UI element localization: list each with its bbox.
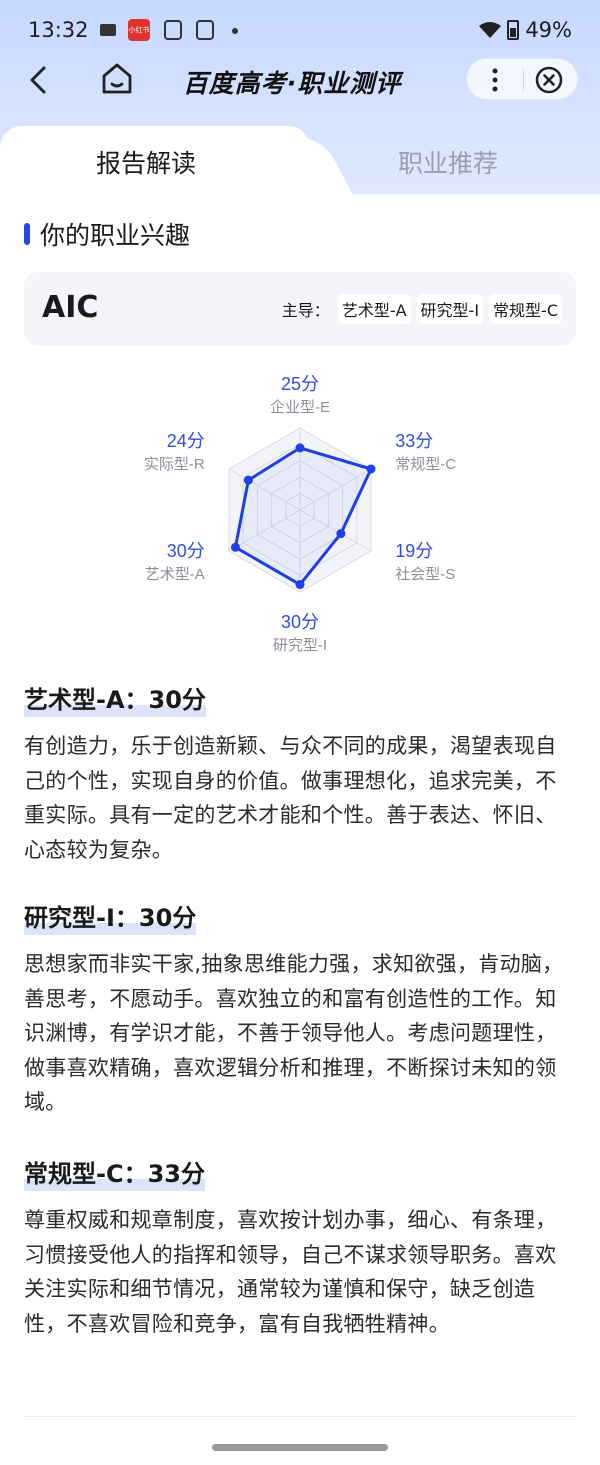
trait-conventional: 常规型-C：33分 尊重权威和规章制度，喜欢按计划办事，细心、有条理，习惯接受他… [24, 1154, 576, 1341]
interest-radar-chart: 25分企业型-E33分常规型-C19分社会型-S30分研究型-I30分艺术型-A… [144, 374, 456, 654]
battery-icon [507, 20, 520, 40]
battery-percent: 49% [525, 18, 572, 42]
status-time: 13:32 [28, 18, 89, 42]
radar-category-label: 常规型-C [395, 456, 456, 473]
leading-type-chip: 常规型-C [489, 294, 562, 324]
status-bar: 13:32 小红书 49% [0, 0, 600, 60]
trait-title: 研究型-I：30分 [24, 898, 197, 935]
trait-title: 艺术型-A：30分 [24, 680, 206, 717]
trait-investigative: 研究型-I：30分 思想家而非实干家,抽象思维能力强，求知欲强，肯动脑，善思考，… [24, 898, 576, 1120]
close-icon[interactable] [533, 64, 565, 96]
radar-category-label: 实际型-R [144, 456, 205, 473]
leading-types: 主导： 艺术型-A 研究型-I 常规型-C [280, 294, 562, 324]
radar-score-label: 25分 [281, 374, 319, 394]
more-notifications-icon [232, 28, 238, 34]
section-accent-bar [24, 223, 30, 245]
capsule-divider [523, 69, 524, 91]
interest-code-card: AIC 主导： 艺术型-A 研究型-I 常规型-C [24, 272, 576, 346]
radar-score-label: 33分 [395, 431, 433, 451]
interest-code: AIC [42, 290, 99, 325]
trait-description: 思想家而非实干家,抽象思维能力强，求知欲强，肯动脑，善思考，不愿动手。喜欢独立的… [24, 952, 564, 1114]
tab-report-reading[interactable]: 报告解读 [96, 144, 196, 180]
help-notification-icon [196, 20, 214, 40]
section-header: 你的职业兴趣 [24, 216, 190, 252]
radar-category-label: 社会型-S [395, 566, 455, 583]
radar-data-point [366, 464, 376, 474]
radar-category-label: 研究型-I [273, 637, 327, 654]
radar-score-label: 30分 [167, 541, 205, 561]
bottom-divider [24, 1416, 576, 1417]
mini-program-capsule [466, 58, 578, 100]
mail-icon [100, 24, 116, 36]
app-notification-icon [164, 20, 182, 40]
trait-description: 尊重权威和规章制度，喜欢按计划办事，细心、有条理，习惯接受他人的指挥和领导，自己… [24, 1208, 557, 1336]
leading-type-chip: 艺术型-A [337, 294, 411, 324]
tab-career-recommendation[interactable]: 职业推荐 [398, 144, 498, 180]
radar-score-label: 19分 [395, 541, 433, 561]
radar-data-point [336, 529, 346, 539]
radar-category-label: 艺术型-A [145, 566, 205, 583]
radar-data-point [243, 475, 253, 485]
radar-score-label: 24分 [167, 431, 205, 451]
xiaohongshu-icon: 小红书 [128, 19, 150, 41]
report-content: 你的职业兴趣 AIC 主导： 艺术型-A 研究型-I 常规型-C 25分企业型-… [0, 194, 600, 1465]
radar-data-point [295, 443, 305, 453]
radar-score-label: 30分 [281, 612, 319, 632]
leading-label: 主导： [281, 301, 330, 320]
trait-artistic: 艺术型-A：30分 有创造力，乐于创造新颖、与众不同的成果，渴望表现自己的个性，… [24, 680, 576, 867]
leading-type-chip: 研究型-I [416, 294, 484, 324]
home-indicator[interactable] [212, 1444, 388, 1451]
more-icon[interactable] [485, 65, 505, 95]
status-right: 49% [479, 18, 572, 42]
trait-description: 有创造力，乐于创造新颖、与众不同的成果，渴望表现自己的个性，实现自身的价值。做事… [24, 734, 557, 862]
radar-data-point [230, 542, 240, 552]
wifi-icon [479, 22, 502, 38]
trait-title: 常规型-C：33分 [24, 1154, 205, 1191]
section-title: 你的职业兴趣 [40, 221, 191, 250]
tab-bar: 报告解读 职业推荐 [0, 126, 600, 196]
radar-category-label: 企业型-E [270, 398, 330, 416]
nav-bar: 百度高考·职业测评 [0, 56, 600, 104]
radar-data-point [295, 580, 305, 590]
